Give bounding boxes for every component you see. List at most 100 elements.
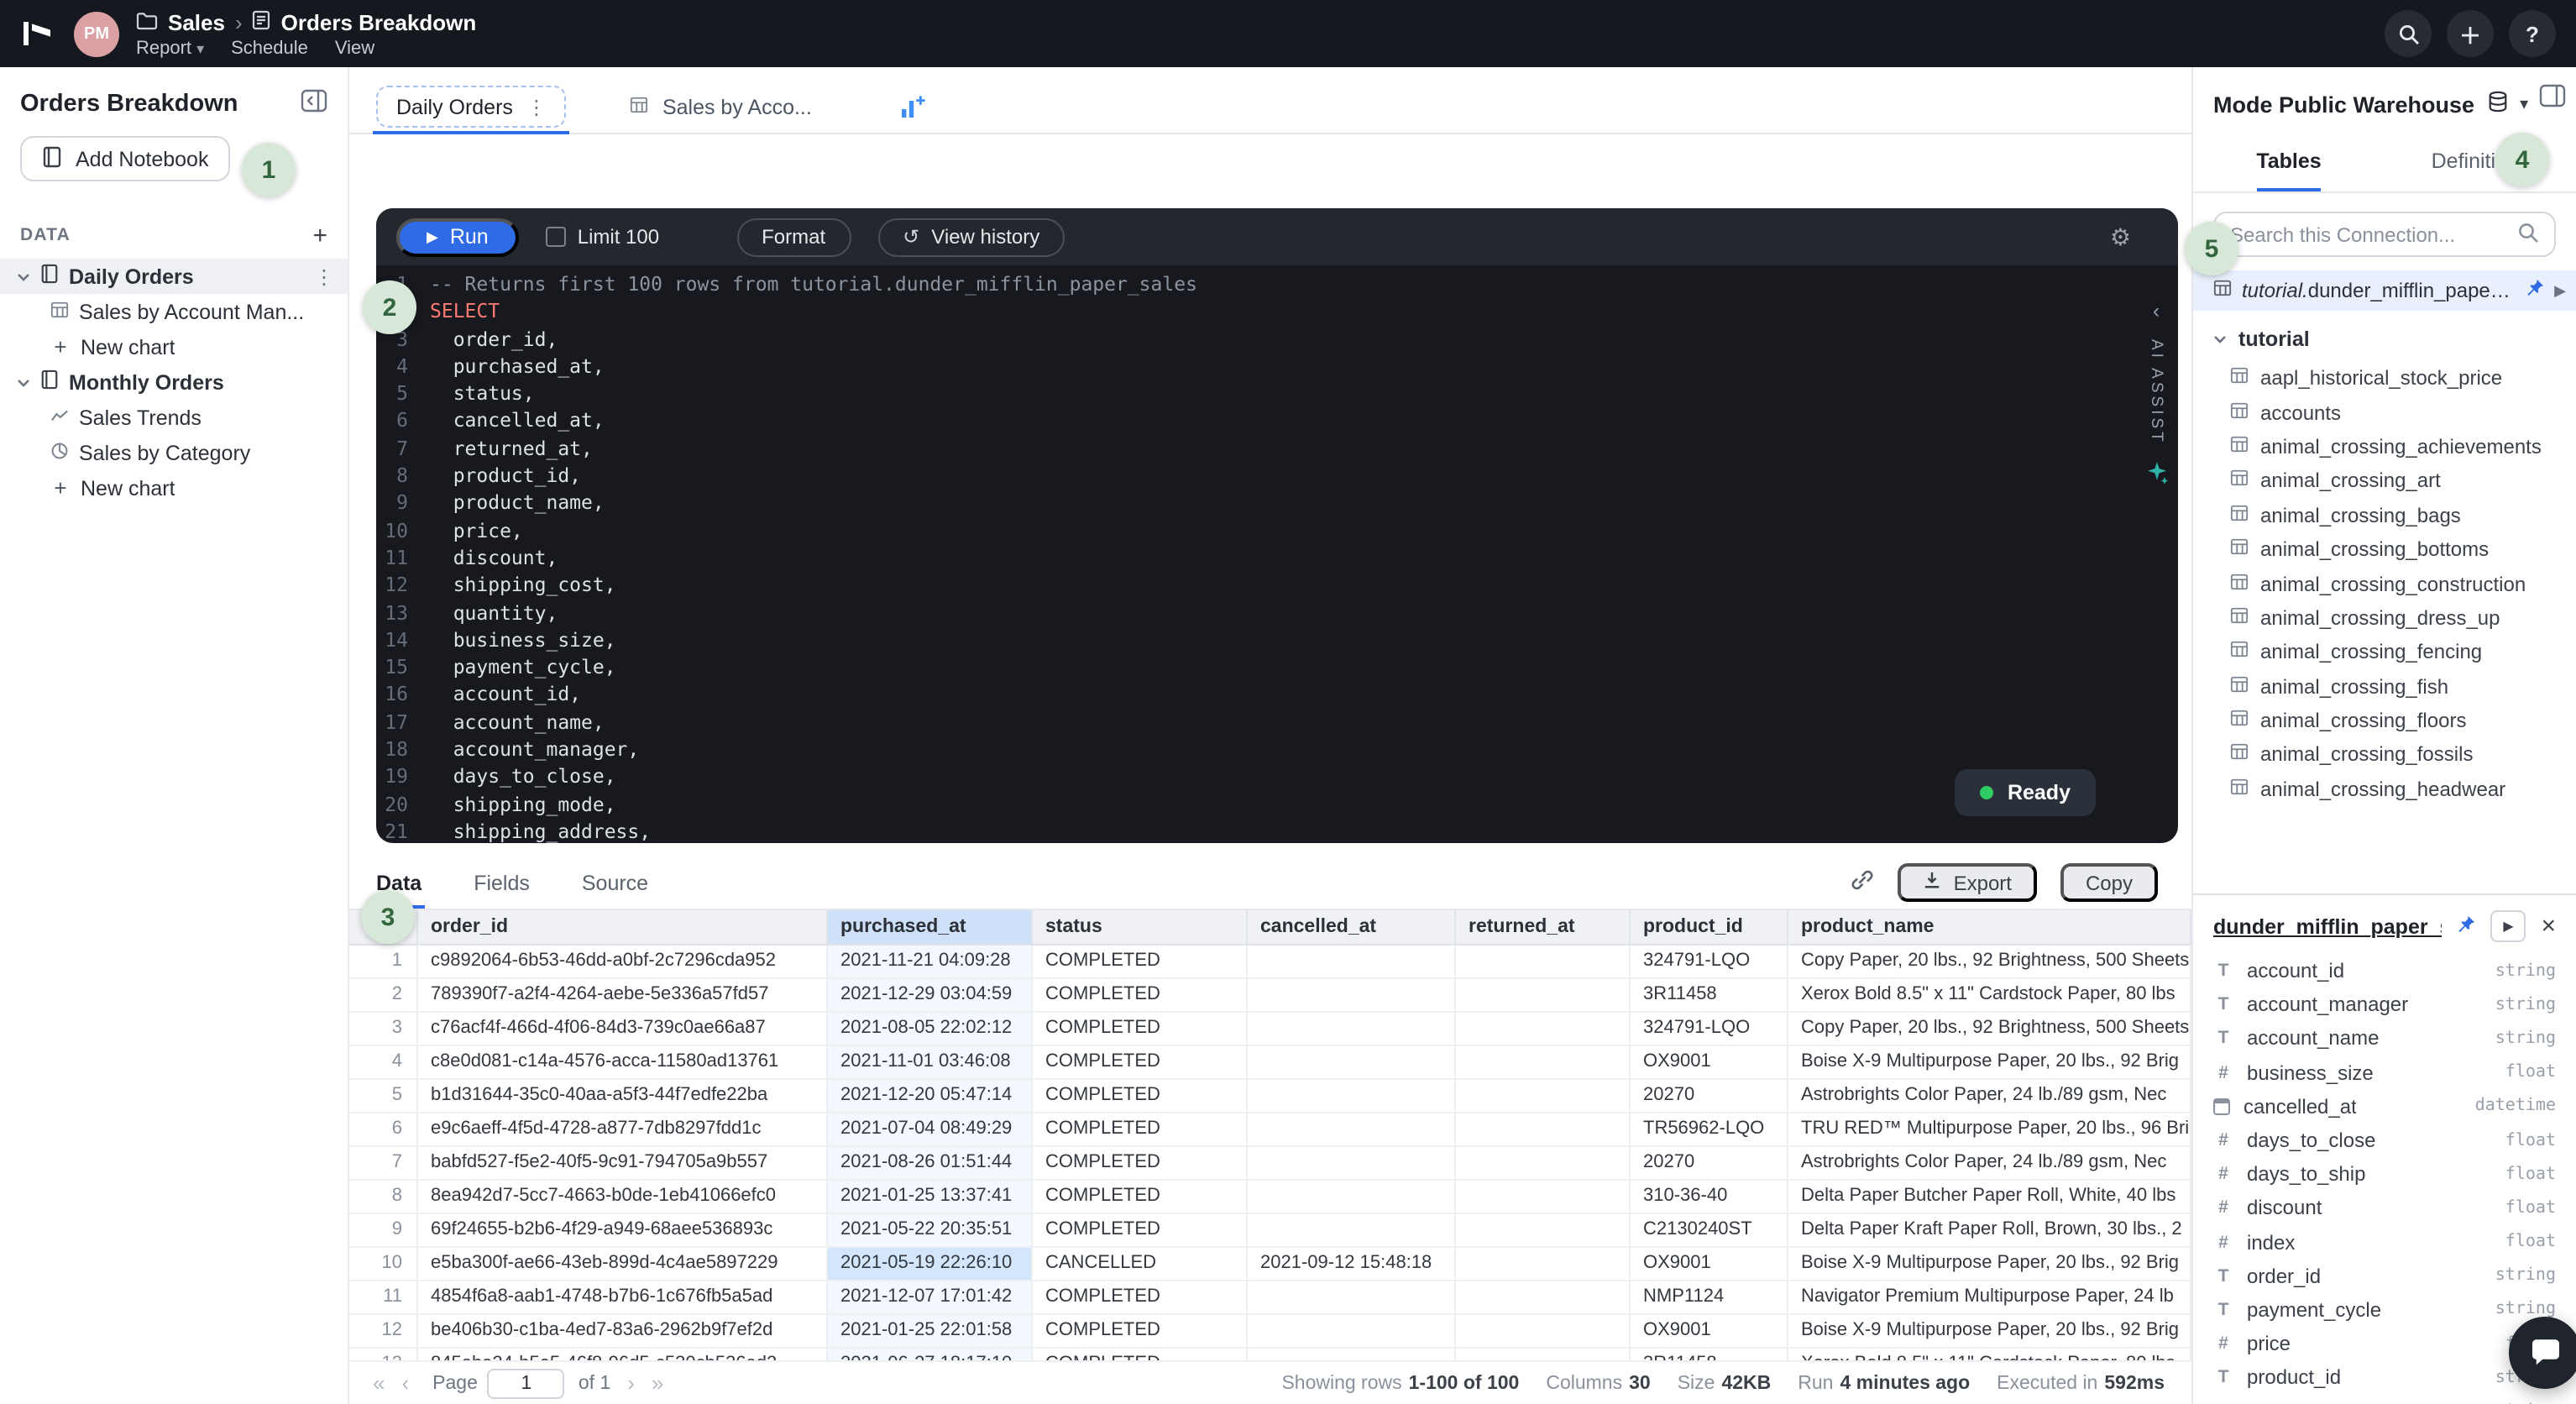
help-button[interactable]: ?	[2509, 10, 2556, 57]
code-line[interactable]: 14 business_size,	[376, 626, 2178, 654]
cell-returned-at[interactable]	[1454, 1145, 1629, 1179]
list-item-table[interactable]: animal_crossing_fossils	[2193, 738, 2576, 773]
cell-product-name[interactable]: Boise X-9 Multipurpose Paper, 20 lbs., 9…	[1787, 1313, 2191, 1347]
code-line[interactable]: 4 purchased_at,	[376, 353, 2178, 380]
cell-product-name[interactable]: Astrobrights Color Paper, 24 lb./89 gsm,…	[1787, 1078, 2191, 1112]
code-line[interactable]: 18 account_manager,	[376, 736, 2178, 763]
tree-item-sales-by-category[interactable]: Sales by Category	[0, 435, 348, 470]
link-icon[interactable]	[1851, 868, 1875, 897]
cell-cancelled-at[interactable]	[1246, 944, 1454, 977]
cell-product-id[interactable]: 3R11458	[1629, 1347, 1787, 1360]
cell-purchased-at[interactable]: 2021-12-20 05:47:14	[826, 1078, 1031, 1112]
list-item-column[interactable]: T payment_cycle string	[2193, 1293, 2576, 1327]
code-line[interactable]: 15 payment_cycle,	[376, 653, 2178, 681]
code-line[interactable]: 13 quantity,	[376, 599, 2178, 626]
cell-purchased-at[interactable]: 2021-08-05 22:02:12	[826, 1011, 1031, 1045]
cell-returned-at[interactable]	[1454, 1179, 1629, 1213]
list-item-table[interactable]: animal_crossing_dress_up	[2193, 600, 2576, 635]
cell-returned-at[interactable]	[1454, 977, 1629, 1011]
cell-order-id[interactable]: 4854f6a8-aab1-4748-b7b6-1c676fb5a5ad	[416, 1280, 826, 1313]
code-line[interactable]: 10 price,	[376, 516, 2178, 544]
cell-purchased-at[interactable]: 2021-01-25 22:01:58	[826, 1313, 1031, 1347]
cell-returned-at[interactable]	[1454, 944, 1629, 977]
tree-item-monthly-orders[interactable]: Monthly Orders	[0, 364, 348, 400]
next-page-icon[interactable]: ›	[627, 1370, 635, 1396]
cell-order-id[interactable]: be406b30-c1ba-4ed7-83a6-2962b9f7ef2d	[416, 1313, 826, 1347]
last-page-icon[interactable]: »	[652, 1370, 663, 1396]
tab-daily-orders[interactable]: Daily Orders ⋮	[373, 81, 570, 133]
cell-status[interactable]: COMPLETED	[1031, 1280, 1246, 1313]
cell-cancelled-at[interactable]	[1246, 977, 1454, 1011]
tab-sales-by-account[interactable]: Sales by Acco...	[607, 81, 835, 133]
list-item-column[interactable]: # index float	[2193, 1225, 2576, 1259]
cell-order-id[interactable]: c9892064-6b53-46dd-a0bf-2c7296cda952	[416, 944, 826, 977]
menu-view[interactable]: View	[335, 38, 374, 58]
cell-cancelled-at[interactable]	[1246, 1179, 1454, 1213]
close-icon[interactable]: ×	[2541, 914, 2563, 939]
cell-order-id[interactable]: 69f24655-b2b6-4f29-a949-68aee536893c	[416, 1213, 826, 1246]
code-line[interactable]: 2 SELECT	[376, 298, 2178, 326]
cell-status[interactable]: COMPLETED	[1031, 1145, 1246, 1179]
cell-purchased-at[interactable]: 2021-06-27 18:17:10	[826, 1347, 1031, 1360]
cell-product-name[interactable]: Xerox Bold 8.5" x 11" Cardstock Paper, 8…	[1787, 977, 2191, 1011]
table-detail-title[interactable]: dunder_mifflin_paper_s...	[2213, 914, 2442, 938]
cell-purchased-at[interactable]: 2021-11-21 04:09:28	[826, 944, 1031, 977]
code-line[interactable]: 9 product_name,	[376, 490, 2178, 517]
row-number-cell[interactable]: 4	[349, 1045, 416, 1078]
run-table-icon[interactable]: ▶	[2554, 281, 2566, 300]
list-item-table[interactable]: animal_crossing_fencing	[2193, 635, 2576, 669]
schema-search[interactable]	[2213, 212, 2556, 257]
cell-product-id[interactable]: TR56962-LQO	[1629, 1112, 1787, 1145]
avatar[interactable]: PM	[74, 11, 119, 56]
cell-returned-at[interactable]	[1454, 1078, 1629, 1112]
cell-cancelled-at[interactable]	[1246, 1112, 1454, 1145]
row-number-cell[interactable]: 3	[349, 1011, 416, 1045]
column-header[interactable]: product_id	[1629, 910, 1787, 944]
cell-purchased-at[interactable]: 2021-08-26 01:51:44	[826, 1145, 1031, 1179]
cell-purchased-at[interactable]: 2021-05-22 20:35:51	[826, 1213, 1031, 1246]
prev-page-icon[interactable]: ‹	[401, 1370, 409, 1396]
cell-order-id[interactable]: e5ba300f-ae66-43eb-899d-4c4ae5897229	[416, 1246, 826, 1280]
pin-icon[interactable]	[2526, 279, 2544, 302]
chevron-down-icon[interactable]	[17, 377, 30, 387]
code-line[interactable]: 16 account_id,	[376, 681, 2178, 709]
connection-selector[interactable]: Mode Public Warehouse ▾	[2193, 67, 2576, 118]
cell-product-id[interactable]: 324791-LQO	[1629, 1011, 1787, 1045]
expand-panel-icon[interactable]	[2539, 84, 2566, 113]
tree-item-new-chart-1[interactable]: + New chart	[0, 329, 348, 364]
cell-returned-at[interactable]	[1454, 1313, 1629, 1347]
schema-group-tutorial[interactable]: tutorial	[2193, 311, 2576, 361]
cell-product-id[interactable]: 20270	[1629, 1145, 1787, 1179]
row-number-cell[interactable]: 11	[349, 1280, 416, 1313]
row-number-cell[interactable]: 7	[349, 1145, 416, 1179]
cell-order-id[interactable]: b1d31644-35c0-40aa-a5f3-44f7edfe22ba	[416, 1078, 826, 1112]
code-line[interactable]: 17 account_name,	[376, 709, 2178, 736]
tree-item-daily-orders[interactable]: Daily Orders ⋮	[0, 259, 348, 294]
row-number-cell[interactable]: 9	[349, 1213, 416, 1246]
tab-source[interactable]: Source	[579, 857, 652, 909]
collapse-panel-icon[interactable]: ‹	[2153, 299, 2160, 322]
cell-returned-at[interactable]	[1454, 1347, 1629, 1360]
chat-launcher-button[interactable]	[2509, 1317, 2576, 1389]
cell-purchased-at[interactable]: 2021-07-04 08:49:29	[826, 1112, 1031, 1145]
column-header[interactable]: status	[1031, 910, 1246, 944]
list-item-column[interactable]: T account_id string	[2193, 954, 2576, 988]
cell-returned-at[interactable]	[1454, 1280, 1629, 1313]
cell-cancelled-at[interactable]: 2021-09-12 15:48:18	[1246, 1246, 1454, 1280]
tree-item-new-chart-2[interactable]: + New chart	[0, 470, 348, 506]
checkbox-icon[interactable]	[546, 227, 566, 247]
add-data-button[interactable]: +	[312, 223, 327, 248]
list-item-column[interactable]: # discount float	[2193, 1192, 2576, 1225]
row-number-cell[interactable]: 8	[349, 1179, 416, 1213]
cell-purchased-at[interactable]: 2021-12-07 17:01:42	[826, 1280, 1031, 1313]
code-line[interactable]: 5 status,	[376, 380, 2178, 407]
code-line[interactable]: 1 -- Returns first 100 rows from tutoria…	[376, 270, 2178, 298]
tab-tables[interactable]: Tables	[2193, 134, 2385, 191]
code-line[interactable]: 19 days_to_close,	[376, 763, 2178, 791]
add-chart-tab-button[interactable]	[882, 81, 945, 133]
list-item-column[interactable]: # business_size float	[2193, 1056, 2576, 1089]
cell-cancelled-at[interactable]	[1246, 1280, 1454, 1313]
cell-returned-at[interactable]	[1454, 1112, 1629, 1145]
row-number-cell[interactable]: 12	[349, 1313, 416, 1347]
code-line[interactable]: 8 product_id,	[376, 462, 2178, 490]
